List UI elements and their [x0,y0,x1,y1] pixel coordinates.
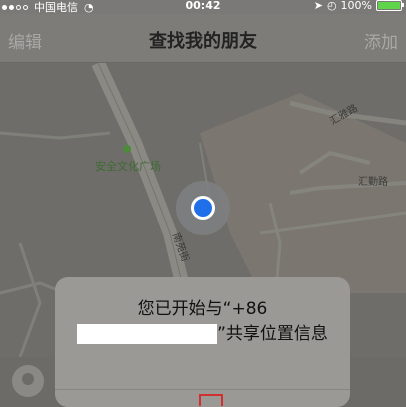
battery-percent: 100% [340,0,372,12]
alert-button-highlight[interactable] [199,394,223,406]
share-location-alert: 您已开始与“+86 ”共享位置信息 [55,277,350,407]
add-button[interactable]: 添加 [364,28,398,53]
status-bar: 中国电信 ◔ 00:42 ➤ ◴ 100% [0,0,406,14]
alert-message: 您已开始与“+86 ”共享位置信息 [73,297,332,347]
map-block [200,93,406,293]
status-right: ➤ ◴ 100% [313,0,404,12]
alert-separator [55,389,350,390]
alert-message-part1: 您已开始与“+86 [137,299,268,319]
alert-message-part2: ”共享位置信息 [217,324,328,344]
park-pin-icon [123,145,131,153]
navigation-bar: 编辑 查找我的朋友 添加 [0,14,406,63]
battery-full-icon [376,0,404,11]
alarm-icon: ◴ [326,0,337,12]
map-road-left-3 [18,242,42,357]
redacted-phone-number [77,324,218,344]
road-label-2: 汇勤路 [358,177,388,188]
location-arrow-icon: ➤ [313,0,323,12]
page-title: 查找我的朋友 [149,31,257,52]
park-label: 安全文化广场 [95,160,161,173]
user-location-core [194,199,212,217]
map-road-left-1 [0,131,111,140]
